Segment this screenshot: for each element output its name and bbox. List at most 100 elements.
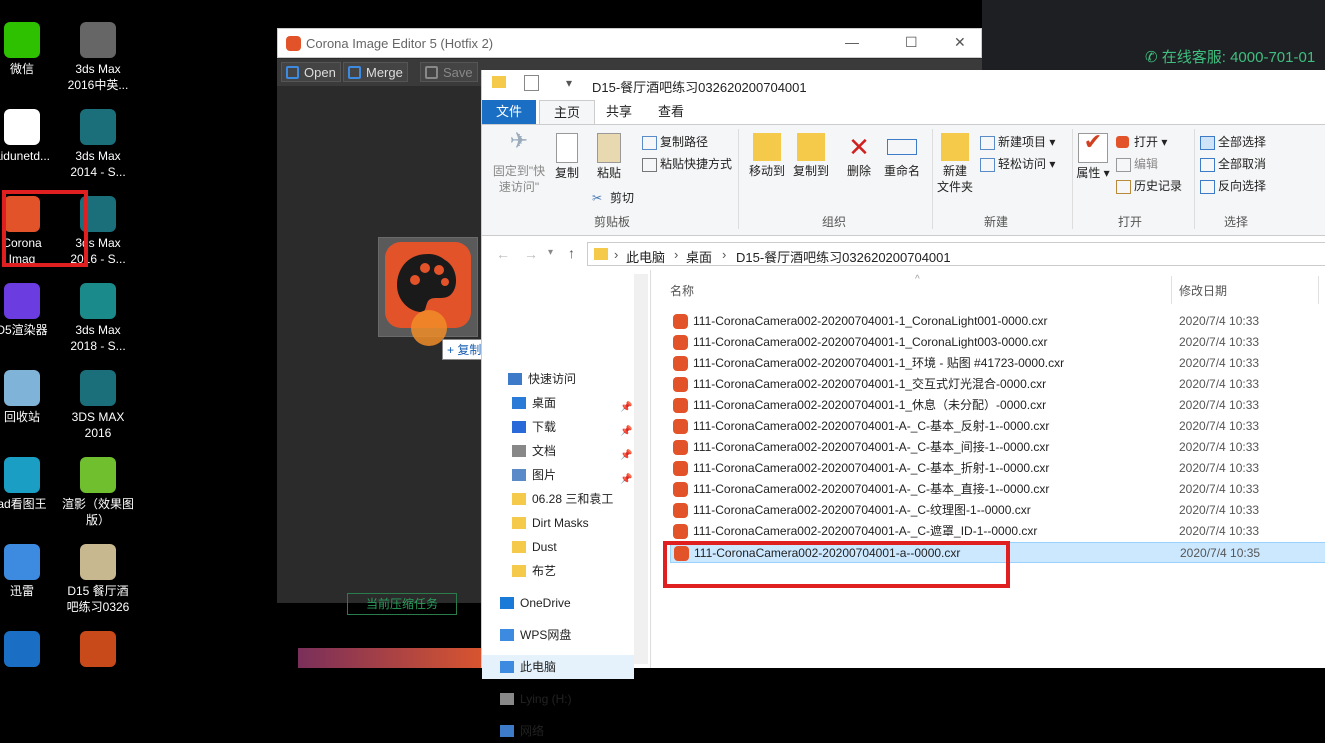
desktop-icon[interactable]: 回收站 [0,370,62,425]
background-strip [298,648,483,668]
nav-item[interactable]: 桌面 📌 [482,391,632,415]
invert-selection-button[interactable]: 反向选择 [1200,177,1266,195]
nav-item[interactable]: 下载 📌 [482,415,632,439]
easy-access-button[interactable]: 轻松访问 ▾ [980,155,1055,173]
merge-button[interactable]: Merge [343,62,408,82]
open-button[interactable]: 打开 ▾ [1116,133,1167,151]
address-input[interactable]: › 此电脑 › 桌面 › D15-餐厅酒吧练习032620200704001 [587,242,1325,266]
new-item-button[interactable]: 新建项目 ▾ [980,133,1055,151]
up-icon[interactable]: ↑ [568,245,575,261]
file-row[interactable]: 111-CoronaCamera002-20200704001-A-_C-纹理图… [670,500,1325,521]
desktop-icon[interactable]: 迅雷 [0,544,62,599]
app-icon [80,22,116,58]
folder-icon [512,469,526,481]
properties-button[interactable]: ✔ 属性 ▾ [1076,131,1110,181]
paste-button[interactable]: 粘贴 [592,131,626,181]
file-row[interactable]: 111-CoronaCamera002-20200704001-1_Corona… [670,311,1325,332]
tab-share[interactable]: 共享 [592,100,646,124]
column-date[interactable]: 修改日期 [1179,282,1227,299]
chevron-down-icon[interactable]: ▾ [566,76,572,90]
folder-icon [512,397,526,409]
save-button[interactable]: Save [420,62,478,82]
move-to-button[interactable]: 移动到 [746,131,788,179]
file-row[interactable]: 111-CoronaCamera002-20200704001-A-_C-基本_… [670,479,1325,500]
nav-scrollbar[interactable] [634,274,648,664]
properties-icon[interactable] [524,75,539,91]
nav-item[interactable]: 布艺 [482,559,632,583]
compress-task-button[interactable]: 当前压缩任务 [347,593,457,615]
close-icon[interactable]: ✕ [954,34,966,51]
tab-file[interactable]: 文件 [482,100,537,124]
file-row[interactable]: 111-CoronaCamera002-20200704001-A-_C-基本_… [670,458,1325,479]
copy-path-button[interactable]: 复制路径 [642,133,708,151]
desktop-icon[interactable] [58,631,138,670]
chevron-down-icon[interactable]: ▾ [548,247,553,258]
forward-icon[interactable]: → [524,246,538,262]
nav-item[interactable]: Lying (H:) [482,687,632,711]
new-folder-button[interactable]: 新建 文件夹 [934,131,976,195]
select-all-icon [1200,136,1215,150]
copy-button[interactable]: 复制 [550,131,584,181]
history-button[interactable]: 历史记录 [1116,177,1182,195]
desktop-icon[interactable]: 3ds Max 2018 - S... [58,283,138,354]
file-row[interactable]: 111-CoronaCamera002-20200704001-1_休息（未分配… [670,395,1325,416]
select-all-button[interactable]: 全部选择 [1200,133,1266,151]
app-icon [4,109,40,145]
minimize-icon[interactable]: — [845,34,859,50]
paste-shortcut-button[interactable]: 粘贴快捷方式 [642,155,732,173]
desktop-icon[interactable]: 3ds Max 2016中英... [58,22,138,93]
copy-to-button[interactable]: 复制到 [790,131,832,179]
file-row[interactable]: 111-CoronaCamera002-20200704001-1_Corona… [670,332,1325,353]
edit-button[interactable]: 编辑 [1116,155,1158,173]
app-icon [4,22,40,58]
desktop-icon[interactable]: D15 餐厅酒 吧练习0326 [58,544,138,615]
nav-item[interactable]: 文档 📌 [482,439,632,463]
column-name[interactable]: 名称 [670,282,694,299]
desktop-icon[interactable]: ad看图王 [0,457,62,512]
nav-item[interactable]: WPS网盘 [482,623,632,647]
pin-button[interactable]: ✈ 固定到"快 速访问" [488,130,550,195]
desktop-icon[interactable]: D5渲染器 [0,283,62,338]
nav-item[interactable]: 快速访问 [482,367,632,391]
tab-view[interactable]: 查看 [644,100,698,124]
corona-titlebar[interactable]: Corona Image Editor 5 (Hotfix 2) — ☐ ✕ [277,28,982,58]
desktop-icon[interactable] [0,631,62,670]
breadcrumb-desktop[interactable]: 桌面 [686,247,712,266]
separator [738,129,739,229]
desktop-icon[interactable]: aidunetd... [0,109,62,164]
file-row[interactable]: 111-CoronaCamera002-20200704001-A-_C-基本_… [670,416,1325,437]
nav-item[interactable]: Dirt Masks [482,511,632,535]
tab-home[interactable]: 主页 [539,100,596,125]
back-icon[interactable]: ← [496,246,510,262]
file-row[interactable]: 111-CoronaCamera002-20200704001-A-_C-遮罩_… [670,521,1325,542]
breadcrumb-folder[interactable]: D15-餐厅酒吧练习032620200704001 [736,247,951,266]
window-title: D15-餐厅酒吧练习032620200704001 [592,80,807,95]
rename-button[interactable]: 重命名 [880,131,924,179]
nav-item[interactable]: 网络 [482,719,632,743]
file-row[interactable]: 111-CoronaCamera002-20200704001-1_交互式灯光混… [670,374,1325,395]
copy-to-icon [797,133,825,161]
history-icon [1116,180,1131,194]
dragged-file-icon[interactable] [378,237,478,346]
nav-item[interactable]: 图片 📌 [482,463,632,487]
copy-tooltip: + 复制 [442,339,487,360]
desktop-icon[interactable]: 3DS MAX 2016 [58,370,138,441]
breadcrumb-this-pc[interactable]: 此电脑 [626,247,665,266]
nav-item[interactable]: 此电脑 [482,655,634,679]
app-icon [4,457,40,493]
file-row[interactable]: 111-CoronaCamera002-20200704001-A-_C-基本_… [670,437,1325,458]
desktop-icon[interactable]: 3ds Max 2014 - S... [58,109,138,180]
nav-item[interactable]: Dust [482,535,632,559]
open-button[interactable]: Open [281,62,341,82]
desktop-icon[interactable]: 渲影（效果图 版） [58,457,138,528]
maximize-icon[interactable]: ☐ [905,34,918,51]
cut-button[interactable]: ✂ 剪切 [592,189,634,207]
folder-icon [500,661,514,673]
select-none-button[interactable]: 全部取消 [1200,155,1266,173]
nav-item[interactable]: OneDrive [482,591,632,615]
delete-button[interactable]: ✕ 删除 [842,131,876,179]
file-row[interactable]: 111-CoronaCamera002-20200704001-1_环境 - 贴… [670,353,1325,374]
nav-item[interactable]: 06.28 三和袁工 [482,487,632,511]
desktop-icon[interactable]: 微信 [0,22,62,77]
folder-icon [500,597,514,609]
